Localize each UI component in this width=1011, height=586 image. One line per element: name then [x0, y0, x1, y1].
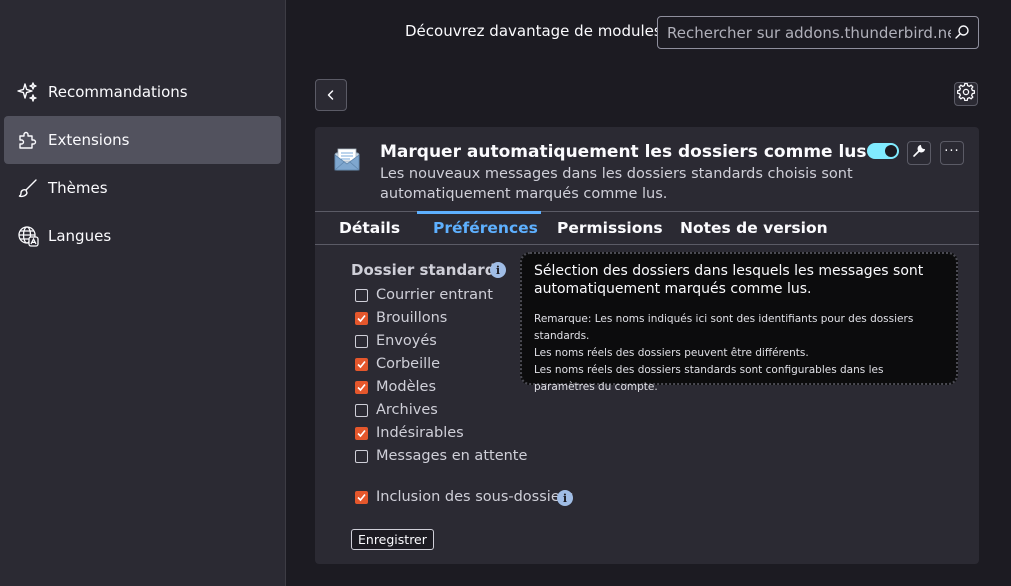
tab-details[interactable]: Détails — [339, 219, 400, 237]
tools-settings-button[interactable] — [954, 82, 978, 106]
tab-preferences[interactable]: Préférences — [433, 219, 538, 237]
tooltip-note: Remarque: Les noms indiqués ici sont des… — [534, 311, 944, 396]
folder-option-trash[interactable]: Corbeille — [355, 354, 440, 374]
sidebar-item-langues[interactable]: Langues — [4, 212, 281, 260]
globe-language-icon — [16, 224, 40, 248]
checkbox[interactable] — [355, 449, 368, 463]
folder-option-junk[interactable]: Indésirables — [355, 423, 464, 443]
checkbox-label: Archives — [376, 402, 438, 418]
folder-option-inbox[interactable]: Courrier entrant — [355, 285, 493, 305]
standard-folder-heading: Dossier standard: — [351, 261, 502, 279]
sidebar-item-extensions[interactable]: Extensions — [4, 116, 281, 164]
search-icon[interactable] — [954, 24, 970, 44]
back-button[interactable] — [315, 79, 347, 111]
addon-name: Marquer automatiquement les dossiers com… — [380, 142, 867, 162]
wrench-icon — [911, 143, 927, 163]
checkbox[interactable] — [355, 403, 368, 417]
info-icon[interactable]: i — [490, 262, 506, 278]
checkbox-label: Courrier entrant — [376, 287, 493, 303]
folder-option-outbox[interactable]: Messages en attente — [355, 446, 527, 466]
brush-icon — [16, 176, 40, 200]
tabs-bottom-divider — [315, 244, 979, 245]
search-input[interactable] — [667, 23, 951, 42]
sidebar-item-label: Recommandations — [48, 83, 188, 101]
sidebar-item-label: Extensions — [48, 131, 130, 149]
checkbox[interactable] — [355, 288, 368, 302]
subfolders-option[interactable]: Inclusion des sous-dossiers — [355, 487, 573, 507]
checkbox[interactable] — [355, 311, 368, 325]
addon-options-button[interactable] — [907, 141, 931, 165]
info-icon[interactable]: i — [557, 490, 573, 506]
checkbox[interactable] — [355, 380, 368, 394]
checkbox-label: Messages en attente — [376, 448, 528, 464]
sidebar-item-recommandations[interactable]: Recommandations — [4, 68, 281, 116]
folder-option-drafts[interactable]: Brouillons — [355, 308, 447, 328]
sidebar-item-themes[interactable]: Thèmes — [4, 164, 281, 212]
addon-more-button[interactable]: ··· — [940, 141, 964, 165]
discover-text: Découvrez davantage de modules — [405, 22, 662, 40]
checkbox[interactable] — [355, 426, 368, 440]
addon-envelope-icon — [333, 147, 361, 177]
sidebar: Recommandations Extensions Thèmes Langue… — [0, 0, 286, 586]
more-options-icon: ··· — [944, 143, 960, 159]
checkbox-label: Modèles — [376, 379, 437, 395]
puzzle-icon — [16, 128, 40, 152]
sidebar-item-label: Thèmes — [48, 179, 108, 197]
sparkle-icon — [16, 80, 40, 104]
addon-card: Marquer automatiquement les dossiers com… — [315, 127, 979, 564]
tooltip-note-line: Les noms réels des dossiers standards so… — [534, 364, 884, 393]
tab-release-notes[interactable]: Notes de version — [680, 219, 828, 237]
addon-description: Les nouveaux messages dans les dossiers … — [380, 166, 853, 202]
tab-permissions[interactable]: Permissions — [557, 219, 663, 237]
checkbox-label: Indésirables — [376, 425, 464, 441]
addon-enable-toggle[interactable] — [867, 143, 899, 159]
checkbox[interactable] — [355, 334, 368, 348]
folder-help-tooltip: Sélection des dossiers dans lesquels les… — [520, 252, 958, 393]
tooltip-main-text: Sélection des dossiers dans lesquels les… — [534, 263, 924, 297]
checkbox-label: Corbeille — [376, 356, 441, 372]
checkbox-label: Envoyés — [376, 333, 437, 349]
sidebar-item-label: Langues — [48, 227, 112, 245]
folder-option-sent[interactable]: Envoyés — [355, 331, 437, 351]
gear-icon — [956, 82, 976, 105]
folder-option-archives[interactable]: Archives — [355, 400, 438, 420]
active-tab-indicator — [417, 211, 541, 214]
save-button[interactable]: Enregistrer — [351, 529, 434, 550]
tabs-divider — [315, 211, 979, 212]
checkbox-label: Brouillons — [376, 310, 448, 326]
tooltip-note-line: Remarque: Les noms indiqués ici sont des… — [534, 313, 914, 342]
tooltip-note-line: Les noms réels des dossiers peuvent être… — [534, 347, 809, 359]
main-content: Découvrez davantage de modules Recherche… — [287, 0, 1011, 586]
folder-option-templates[interactable]: Modèles — [355, 377, 436, 397]
chevron-left-icon — [325, 86, 337, 105]
checkbox[interactable] — [355, 490, 368, 504]
checkbox[interactable] — [355, 357, 368, 371]
checkbox-label: Inclusion des sous-dossiers — [376, 489, 574, 505]
search-box[interactable] — [657, 16, 979, 49]
toggle-knob — [885, 145, 897, 157]
